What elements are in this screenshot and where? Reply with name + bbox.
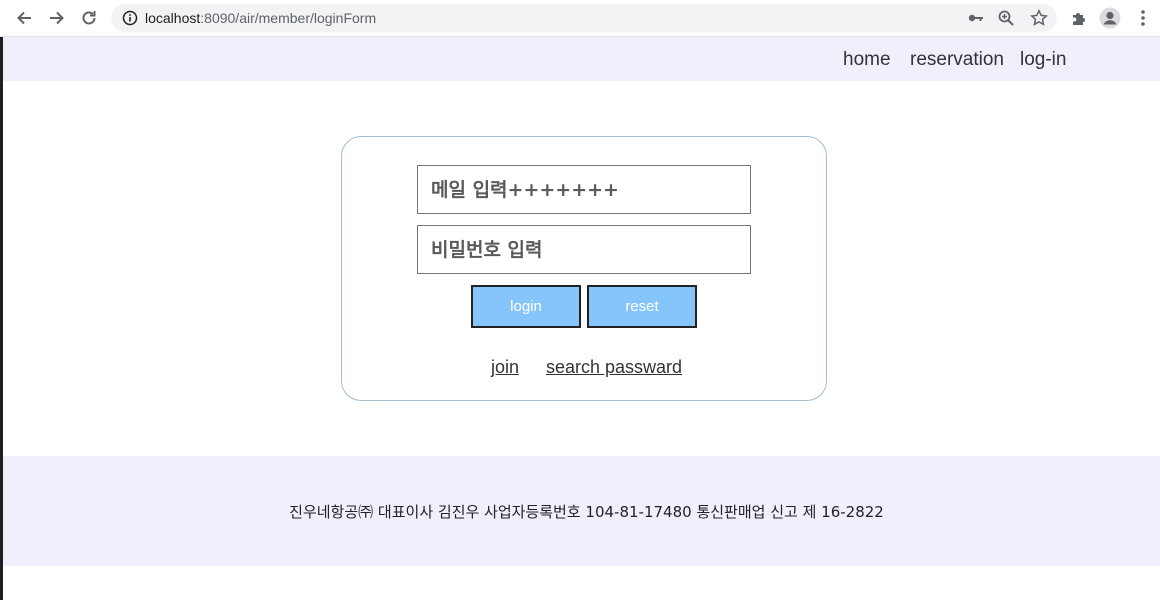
page: home reservation log-in login reset join… bbox=[0, 37, 1160, 600]
forward-arrow-icon[interactable] bbox=[45, 6, 69, 30]
browser-toolbar: localhost:8090/air/member/loginForm bbox=[0, 0, 1160, 37]
info-icon[interactable] bbox=[121, 9, 139, 27]
nav-home-link[interactable]: home bbox=[843, 49, 891, 71]
nav-reservation-link[interactable]: reservation bbox=[910, 49, 1004, 71]
zoom-icon[interactable] bbox=[997, 9, 1015, 27]
key-icon[interactable] bbox=[967, 9, 985, 27]
reset-button[interactable]: reset bbox=[587, 285, 697, 328]
top-navigation: home reservation log-in bbox=[3, 37, 1160, 81]
footer: 진우네항공㈜ 대표이사 김진우 사업자등록번호 104-81-17480 통신판… bbox=[3, 456, 1160, 566]
reload-icon[interactable] bbox=[77, 6, 101, 30]
join-link[interactable]: join bbox=[491, 357, 519, 378]
url-host: localhost bbox=[145, 10, 201, 26]
url-path: :8090/air/member/loginForm bbox=[200, 10, 377, 26]
search-password-link[interactable]: search passward bbox=[546, 357, 682, 378]
email-input[interactable] bbox=[417, 165, 751, 214]
star-icon[interactable] bbox=[1030, 9, 1048, 27]
login-button[interactable]: login bbox=[471, 285, 581, 328]
kebab-menu-icon[interactable] bbox=[1132, 7, 1154, 29]
puzzle-icon[interactable] bbox=[1068, 7, 1090, 29]
footer-company-info: 진우네항공㈜ 대표이사 김진우 사업자등록번호 104-81-17480 통신판… bbox=[289, 503, 884, 521]
url-text: localhost:8090/air/member/loginForm bbox=[145, 10, 376, 26]
address-bar[interactable]: localhost:8090/air/member/loginForm bbox=[111, 4, 1057, 32]
login-form: login reset join search passward bbox=[341, 136, 827, 401]
profile-icon[interactable] bbox=[1099, 7, 1121, 29]
nav-login-link[interactable]: log-in bbox=[1020, 49, 1066, 71]
back-arrow-icon[interactable] bbox=[12, 6, 36, 30]
password-input[interactable] bbox=[417, 225, 751, 274]
